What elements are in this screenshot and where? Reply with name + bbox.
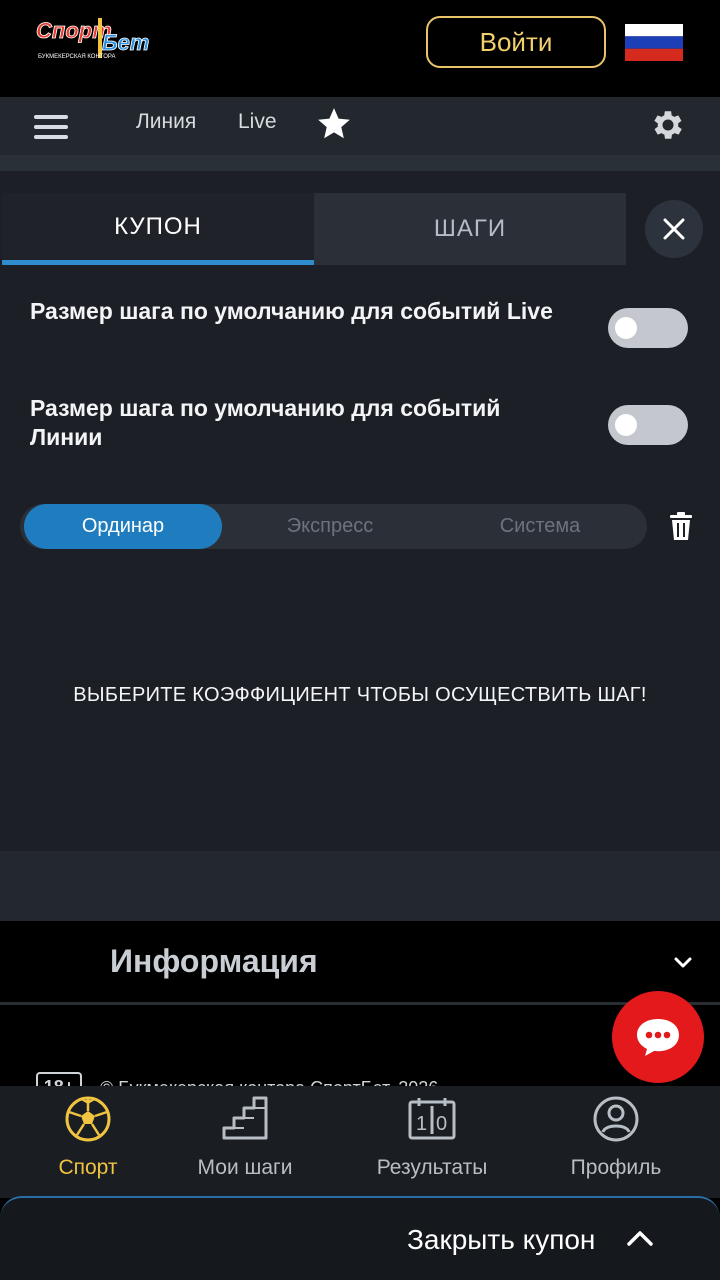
bottom-tab-label: Спорт — [58, 1156, 118, 1179]
main-nav — [0, 97, 720, 155]
chevron-down-icon[interactable] — [671, 950, 695, 974]
chat-icon — [637, 1019, 679, 1056]
svg-text:0: 0 — [436, 1113, 447, 1135]
russia-flag-icon[interactable] — [625, 24, 683, 61]
info-title[interactable]: Информация — [110, 943, 318, 980]
nav-link-live[interactable]: Live — [238, 110, 277, 134]
footer-copyright-row: 18+ © Букмекерская контора СпортБет, 202… — [36, 1072, 596, 1086]
coupon-panel: КУПОН ШАГИ Размер шага по умолчанию для … — [0, 171, 720, 851]
bet-type-system[interactable]: Система — [440, 504, 640, 549]
sportbet-logo[interactable]: Спорт Бет БУКМЕКЕРСКАЯ КОНТОРА — [36, 16, 166, 64]
toggle-live-step[interactable] — [608, 308, 688, 348]
nav-link-line[interactable]: Линия — [136, 110, 196, 134]
bet-type-express[interactable]: Экспресс — [230, 504, 430, 549]
bottom-tab-label: Мои шаги — [197, 1156, 293, 1179]
toggle-knob — [615, 414, 637, 436]
scoreboard-icon: 1 0 — [408, 1098, 456, 1140]
top-header: Спорт Бет БУКМЕКЕРСКАЯ КОНТОРА Войти — [0, 0, 720, 97]
menu-icon[interactable] — [34, 115, 68, 139]
info-section[interactable]: Информация — [0, 921, 720, 1005]
age-badge: 18+ — [36, 1072, 82, 1086]
gear-icon[interactable] — [649, 106, 687, 144]
profile-icon — [593, 1096, 639, 1142]
setting-line-label: Размер шага по умолчанию для событий Лин… — [30, 395, 501, 450]
tab-coupon[interactable]: КУПОН — [2, 193, 314, 265]
stairs-icon — [222, 1096, 268, 1140]
bottom-tab-profile[interactable]: Профиль — [558, 1094, 674, 1194]
trash-icon[interactable] — [668, 511, 694, 541]
tab-steps[interactable]: ШАГИ — [314, 193, 626, 265]
nav-divider — [0, 155, 720, 171]
login-button[interactable]: Войти — [426, 16, 606, 68]
svg-text:1: 1 — [416, 1113, 427, 1135]
close-coupon-bar[interactable]: Закрыть купон — [0, 1196, 720, 1280]
bottom-tab-my-bets[interactable]: Мои шаги — [186, 1094, 304, 1194]
svg-text:Бет: Бет — [102, 30, 149, 55]
toggle-line-step[interactable] — [608, 405, 688, 445]
bottom-tab-label: Результаты — [376, 1156, 488, 1179]
close-coupon-button[interactable] — [645, 200, 703, 258]
bottom-tab-label: Профиль — [570, 1156, 662, 1179]
svg-text:БУКМЕКЕРСКАЯ КОНТОРА: БУКМЕКЕРСКАЯ КОНТОРА — [38, 54, 115, 60]
star-icon[interactable] — [315, 105, 353, 143]
app-screen: Спорт Бет БУКМЕКЕРСКАЯ КОНТОРА Войти Лин… — [0, 0, 720, 1280]
copyright-text: © Букмекерская контора СпортБет, 2026 — [100, 1078, 438, 1086]
bet-type-selector: Ординар Экспресс Система — [20, 504, 647, 549]
soccer-ball-icon — [65, 1096, 111, 1142]
close-coupon-label[interactable]: Закрыть купон — [407, 1224, 595, 1256]
bet-type-single[interactable]: Ординар — [24, 504, 222, 549]
chat-button[interactable] — [612, 991, 704, 1083]
setting-live-label: Размер шага по умолчанию для событий Liv… — [30, 298, 553, 324]
bottom-tab-bar: Спорт Мои шаги 1 0 Результаты Профиль — [0, 1086, 720, 1198]
chevron-up-icon[interactable] — [625, 1226, 655, 1250]
panel-spacer — [0, 851, 720, 921]
bottom-tab-results[interactable]: 1 0 Результаты — [362, 1094, 502, 1194]
bottom-tab-sport[interactable]: Спорт — [36, 1094, 140, 1194]
toggle-knob — [615, 317, 637, 339]
empty-coupon-message: ВЫБЕРИТЕ КОЭФФИЦИЕНТ ЧТОБЫ ОСУЩЕСТВИТЬ Ш… — [73, 684, 647, 706]
close-icon — [663, 218, 685, 240]
